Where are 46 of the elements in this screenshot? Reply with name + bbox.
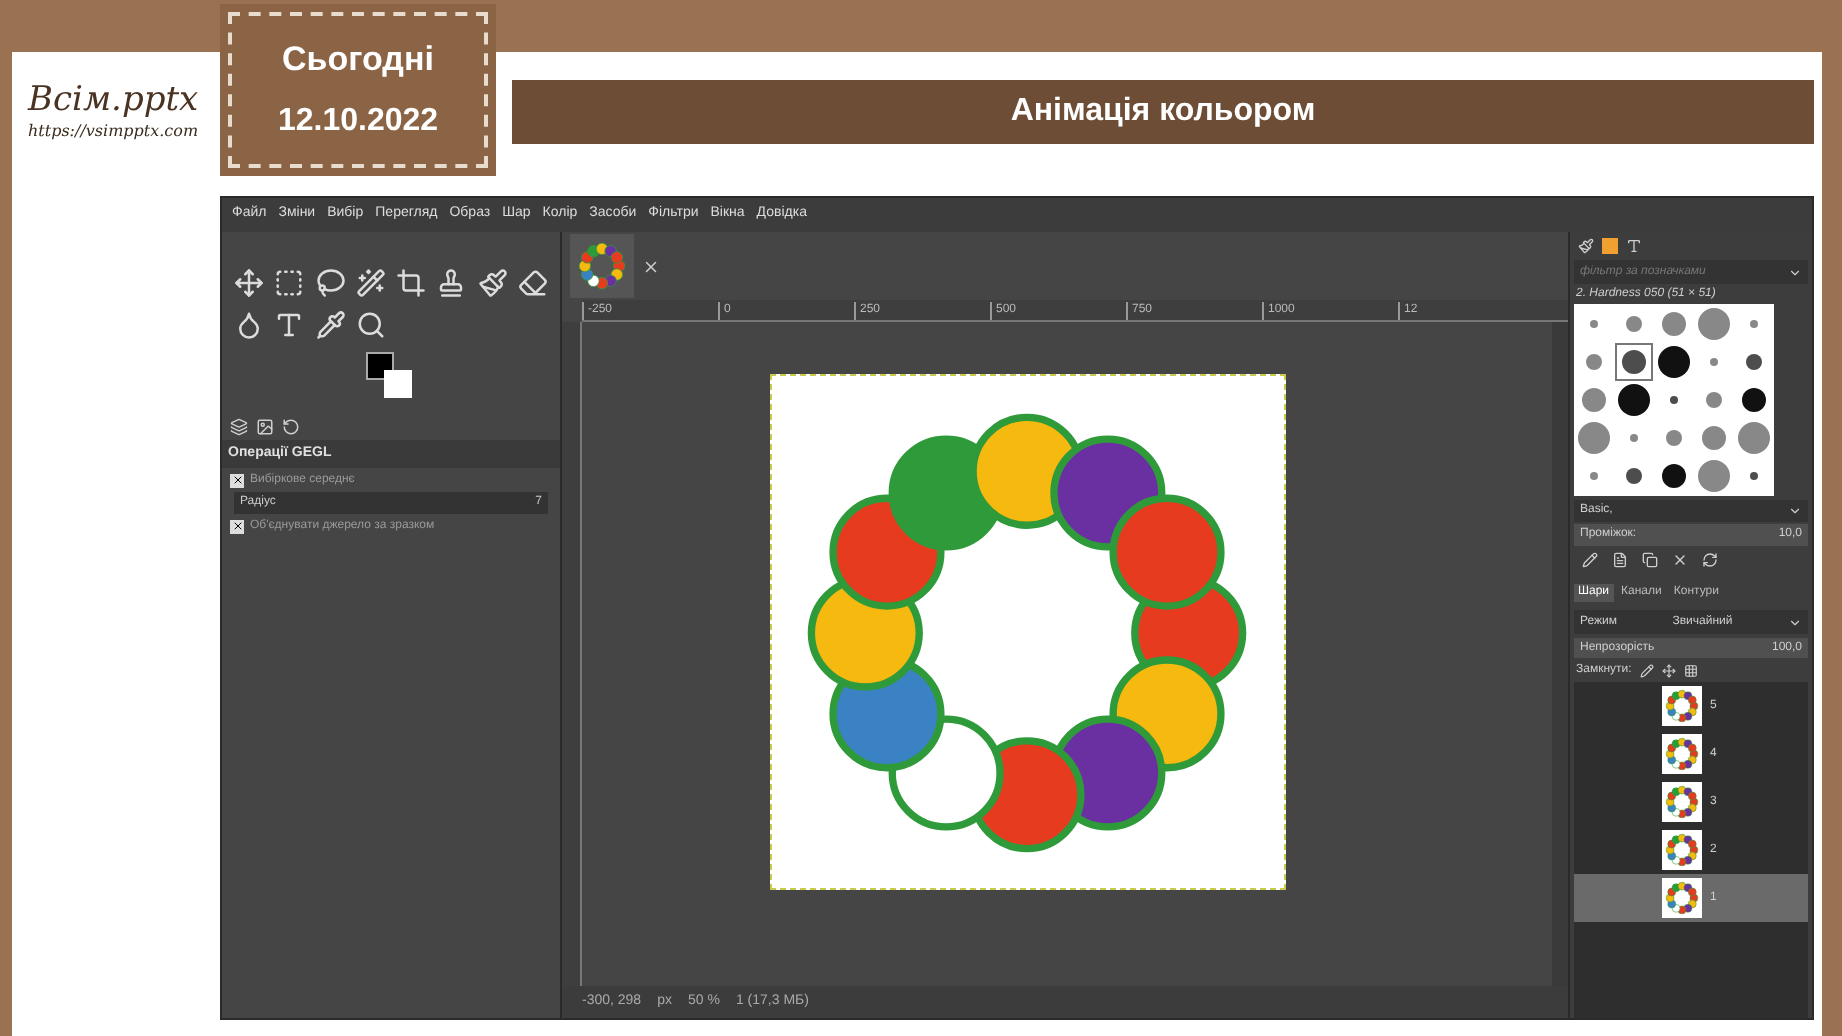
tool-icon[interactable] — [517, 268, 548, 298]
layer-thumbnail — [1664, 880, 1700, 916]
new-icon[interactable] — [1612, 552, 1628, 568]
layer-thumbnail — [1664, 832, 1700, 868]
tool-icon[interactable] — [355, 268, 386, 298]
date-text: 12.10.2022 — [277, 101, 439, 142]
duplicate-icon[interactable] — [1642, 552, 1658, 568]
brush-grid-drawing[interactable] — [1574, 304, 1774, 496]
undo-tab-icon[interactable] — [282, 417, 300, 435]
image-tab[interactable] — [570, 234, 634, 298]
tool-icon[interactable] — [477, 268, 507, 298]
image-thumbnail — [576, 240, 628, 292]
tool-icon[interactable] — [274, 268, 305, 298]
checkbox[interactable] — [230, 473, 244, 487]
lock-pixels-icon[interactable] — [1639, 663, 1654, 677]
delete-icon[interactable] — [1672, 552, 1688, 568]
layer-thumbnail — [1664, 688, 1700, 724]
edit-icon[interactable] — [1582, 552, 1598, 568]
brushes-tab-icon[interactable] — [1578, 238, 1594, 254]
tool-icon[interactable] — [234, 268, 264, 298]
close-icon[interactable] — [642, 257, 660, 275]
lock-position-icon[interactable] — [1661, 663, 1676, 677]
tool-icon[interactable] — [436, 268, 467, 298]
tool-icon[interactable] — [234, 310, 264, 340]
tool-icon[interactable] — [315, 310, 345, 340]
logo-url: https://vsimpptx.com — [28, 120, 201, 144]
tool-icon[interactable] — [315, 268, 345, 298]
tool-icon[interactable] — [355, 310, 386, 340]
checkbox[interactable] — [230, 519, 244, 533]
scrollbar[interactable] — [1552, 322, 1568, 986]
lock-alpha-icon[interactable] — [1683, 663, 1698, 677]
dropdown-caret-icon[interactable] — [1788, 615, 1802, 629]
image-tab-icon[interactable] — [256, 417, 274, 435]
logo-text: Всім.pptx — [28, 80, 201, 120]
fonts-tab-icon[interactable] — [1626, 238, 1642, 254]
tool-options-tab-icon[interactable] — [230, 417, 248, 435]
color-swatches[interactable] — [366, 352, 418, 400]
tool-icon[interactable] — [396, 268, 426, 298]
refresh-icon[interactable] — [1702, 552, 1718, 568]
tool-icon[interactable] — [274, 310, 305, 340]
layer-thumbnail — [1664, 736, 1700, 772]
dropdown-caret-icon[interactable] — [1788, 265, 1802, 279]
date-label: Сьогодні — [282, 38, 434, 83]
layer-thumbnail — [1664, 784, 1700, 820]
dropdown-caret-icon[interactable] — [1788, 504, 1802, 518]
slide-title: Анімація кольором — [1010, 92, 1316, 132]
